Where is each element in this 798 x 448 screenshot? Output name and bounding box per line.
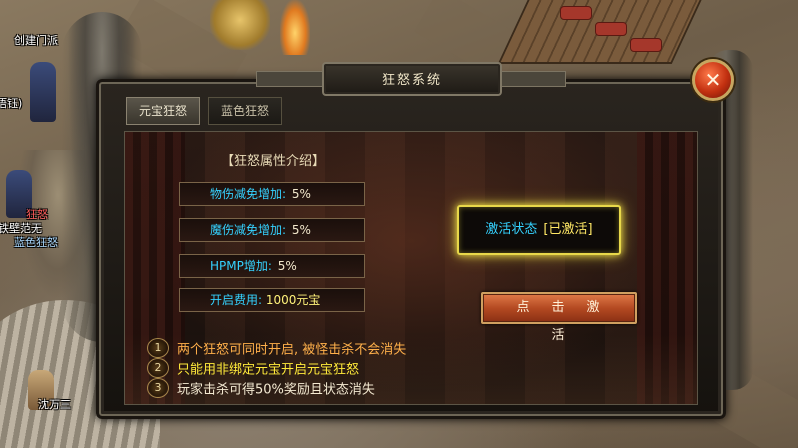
attribute-row: 魔伤减免增加: 5% — [179, 218, 365, 242]
npc-name-label: 沈万三 — [38, 398, 71, 411]
rule-text: 只能用非绑定元宝开启元宝狂怒 — [177, 362, 360, 378]
section-title: 【狂怒属性介绍】 — [221, 154, 326, 169]
meat-item — [630, 38, 662, 52]
rule-item: 3 玩家击杀可得50%奖励且状态消失 — [147, 378, 375, 398]
attribute-value: 5% — [291, 223, 311, 237]
attribute-value: 5% — [291, 187, 311, 201]
rage-system-window: 狂怒系统 ✕ 元宝狂怒 蓝色狂怒 【狂怒属性介绍】 物伤减免增加: 5% 魔伤减… — [96, 59, 734, 419]
rule-item: 2 只能用非绑定元宝开启元宝狂怒 — [147, 358, 360, 378]
content-panel: 【狂怒属性介绍】 物伤减免增加: 5% 魔伤减免增加: 5% HPMP增加: 5… — [124, 131, 698, 405]
attribute-row: HPMP增加: 5% — [179, 254, 365, 278]
rule-text: 玩家击杀可得50%奖励且状态消失 — [177, 382, 375, 398]
cost-value: 1000元宝 — [265, 293, 321, 307]
create-guild-link[interactable]: 创建门派 — [14, 32, 58, 48]
tab-blue-rage[interactable]: 蓝色狂怒 — [208, 97, 282, 125]
close-button[interactable]: ✕ — [692, 59, 734, 101]
activate-button[interactable]: 点击激活 — [481, 292, 637, 343]
attribute-name: 魔伤减免增加: — [210, 223, 287, 237]
close-icon: ✕ — [704, 68, 722, 92]
cost-row: 开启费用: 1000元宝 — [179, 288, 365, 312]
status-value: [已激活] — [543, 222, 593, 237]
attribute-value: 5% — [277, 259, 297, 273]
meat-item — [595, 22, 627, 36]
attribute-row: 物伤减免增加: 5% — [179, 182, 365, 206]
activation-status: 激活状态 [已激活] — [457, 205, 621, 255]
brazier-fire — [280, 0, 310, 55]
rule-number-badge: 2 — [147, 358, 169, 378]
attribute-name: HPMP增加: — [210, 259, 272, 273]
attribute-name: 物伤减免增加: — [210, 187, 287, 201]
meat-item — [560, 6, 592, 20]
window-title-plate: 狂怒系统 — [322, 62, 502, 96]
status-label: 激活状态 — [485, 222, 538, 237]
title-ornament-left — [256, 71, 328, 87]
title-ornament-right — [494, 71, 566, 87]
npc-title-blue: 蓝色狂怒 — [14, 236, 58, 249]
npc-character[interactable] — [30, 62, 56, 122]
rule-number-badge: 3 — [147, 378, 169, 398]
window-title: 狂怒系统 — [381, 73, 442, 88]
rule-number-badge: 1 — [147, 338, 169, 358]
tab-ingot-rage[interactable]: 元宝狂怒 — [126, 97, 200, 125]
rule-text: 两个狂怒可同时开启, 被怪击杀不会消失 — [177, 342, 407, 358]
rule-item: 1 两个狂怒可同时开启, 被怪击杀不会消失 — [147, 338, 407, 358]
npc-name-label: 悟钰) — [0, 97, 23, 110]
cost-label: 开启费用: — [210, 293, 263, 307]
golden-statue — [210, 0, 270, 50]
